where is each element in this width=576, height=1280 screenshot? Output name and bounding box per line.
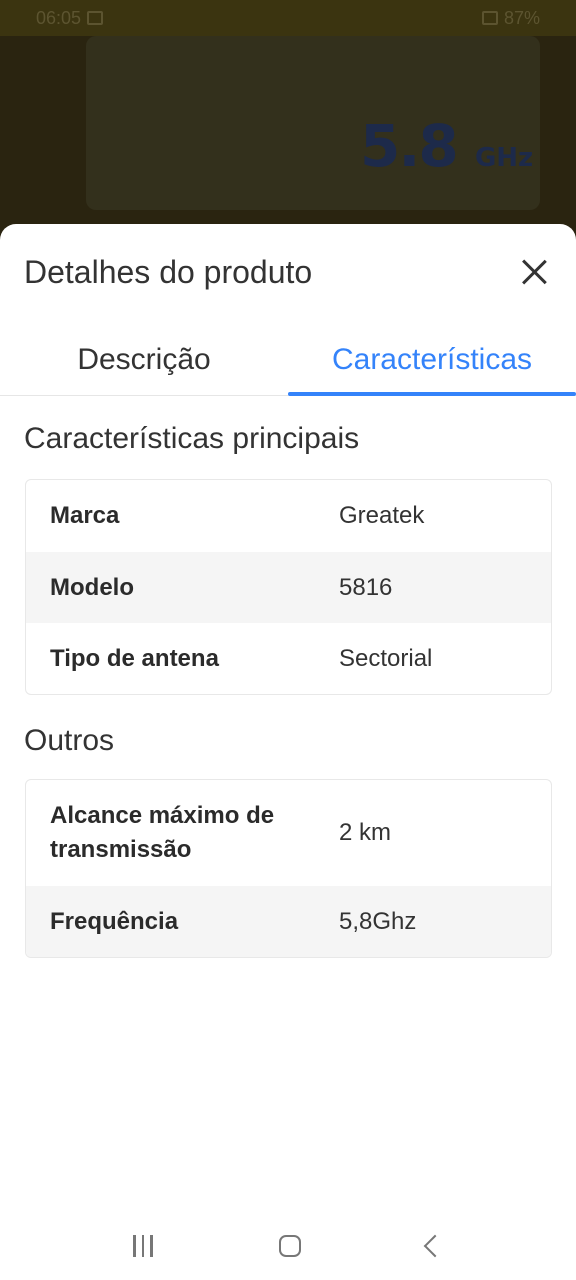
spec-key: Marca bbox=[50, 502, 120, 529]
tab-descricao[interactable]: Descrição bbox=[0, 324, 288, 395]
spec-key: Frequência bbox=[50, 907, 179, 935]
table-row: Frequência 5,8Ghz bbox=[26, 886, 551, 957]
sheet-header: Detalhes do produto bbox=[24, 254, 552, 294]
background-product-image: 5.8 GHz 06:05 87% bbox=[0, 0, 576, 240]
spec-key: Alcance máximo de transmissão bbox=[50, 802, 275, 863]
specs-table-others: Alcance máximo de transmissão 2 km Frequ… bbox=[25, 779, 552, 958]
spec-key: Tipo de antena bbox=[50, 644, 219, 672]
notification-icon bbox=[87, 11, 104, 25]
table-row: Tipo de antena Sectorial bbox=[26, 623, 551, 694]
spec-value: 5816 bbox=[339, 573, 393, 601]
product-details-sheet: Detalhes do produto Descrição Caracterís… bbox=[0, 224, 576, 1280]
spec-value: 2 km bbox=[339, 819, 392, 846]
table-row: Alcance máximo de transmissão 2 km bbox=[26, 780, 551, 886]
specs-table-main: Marca Greatek Modelo 5816 Tipo de antena… bbox=[25, 479, 552, 695]
tab-caracteristicas[interactable]: Características bbox=[288, 324, 576, 396]
section-title-others: Outros bbox=[24, 724, 115, 757]
spec-value: Greatek bbox=[339, 502, 425, 529]
product-image-label: 5.8 GHz bbox=[360, 112, 534, 180]
spec-key: Modelo bbox=[50, 573, 134, 601]
battery-level: 87% bbox=[503, 7, 540, 28]
status-time: 06:05 bbox=[36, 7, 82, 28]
navigation-bar bbox=[0, 1212, 576, 1280]
table-row: Modelo 5816 bbox=[26, 552, 551, 623]
sheet-title: Detalhes do produto bbox=[24, 254, 313, 290]
table-row: Marca Greatek bbox=[26, 480, 551, 552]
status-bar: 06:05 87% bbox=[0, 0, 576, 36]
spec-value: Sectorial bbox=[339, 644, 433, 672]
signal-icon bbox=[481, 11, 498, 25]
back-icon[interactable] bbox=[423, 1234, 447, 1258]
spec-value: 5,8Ghz bbox=[339, 907, 417, 935]
home-icon[interactable] bbox=[278, 1235, 301, 1257]
recent-apps-icon[interactable] bbox=[133, 1235, 153, 1257]
close-icon[interactable] bbox=[520, 258, 548, 286]
section-title-main: Características principais bbox=[24, 422, 360, 455]
tab-bar: Descrição Características bbox=[0, 324, 576, 396]
